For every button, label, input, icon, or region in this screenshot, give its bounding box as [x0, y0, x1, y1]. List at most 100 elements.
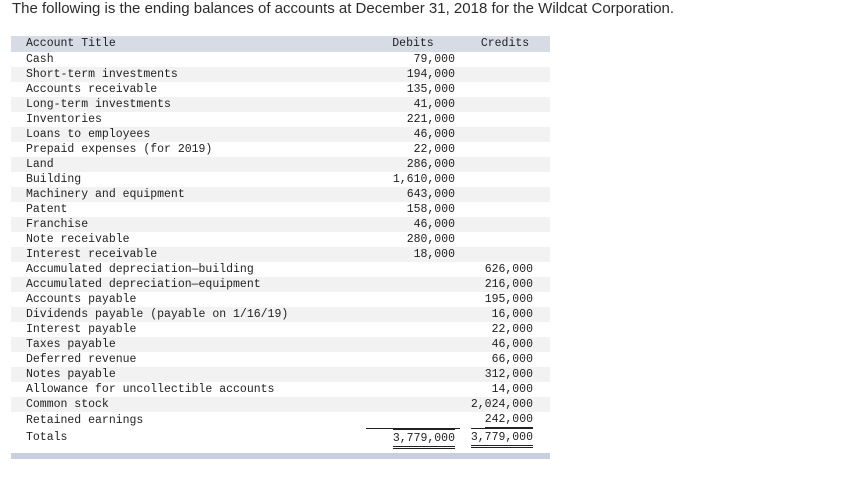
debit-cell: 46,000: [366, 127, 460, 142]
credit-value: 66,000: [491, 353, 533, 366]
credit-value: 216,000: [484, 278, 533, 291]
credit-value: 2,024,000: [470, 398, 533, 411]
table-body: Cash 79,000 Short-term investments 194,000 A…: [11, 52, 550, 429]
table-header: Account Title Debits Credits: [11, 36, 550, 52]
account-title-cell: Loans to employees: [26, 128, 151, 141]
credit-cell: 46,000: [460, 337, 550, 352]
account-title-cell: Accounts payable: [26, 293, 137, 306]
table-row: Long-term investments 41,000: [11, 97, 550, 112]
debit-cell: 221,000: [366, 112, 460, 127]
account-title-cell: Dividends payable (payable on 1/16/19): [26, 308, 289, 321]
account-balances-table-container: Account Title Debits Credits Cash 79,000 S…: [11, 36, 550, 459]
debit-cell: 46,000: [366, 217, 460, 232]
debit-value: 280,000: [406, 233, 455, 246]
table-row: Machinery and equipment 643,000: [11, 187, 550, 202]
table-row: Retained earnings 242,000: [11, 412, 550, 429]
credit-cell: 242,000: [460, 412, 550, 428]
credit-cell: [460, 172, 550, 187]
table-row: Accounts receivable 135,000: [11, 82, 550, 97]
debit-value: 1,610,000: [392, 173, 455, 186]
table-row: Prepaid expenses (for 2019) 22,000: [11, 142, 550, 157]
account-title-cell: Prepaid expenses (for 2019): [26, 143, 213, 156]
totals-row: Totals 3,779,000 3,779,000: [11, 428, 550, 449]
account-title-cell: Short-term investments: [26, 68, 178, 81]
header-account-title: Account Title: [26, 37, 116, 50]
totals-credit-cell: 3,779,000: [460, 428, 550, 449]
credit-value: 22,000: [491, 323, 533, 336]
account-title-cell: Common stock: [26, 398, 109, 411]
debit-cell: 135,000: [366, 82, 460, 97]
debit-cell: [366, 307, 460, 322]
credit-cell: [460, 127, 550, 142]
header-debits: Debits: [392, 37, 434, 50]
table-row: Allowance for uncollectible accounts 14,0…: [11, 382, 550, 397]
table-row: Interest payable 22,000: [11, 322, 550, 337]
debit-cell: [366, 397, 460, 412]
credit-cell: [460, 202, 550, 217]
credit-cell: [460, 97, 550, 112]
debit-value: 286,000: [406, 158, 455, 171]
account-title-cell: Deferred revenue: [26, 353, 137, 366]
account-balances-table: Account Title Debits Credits Cash 79,000 S…: [11, 36, 550, 449]
credit-value: 14,000: [491, 383, 533, 396]
debit-cell: 643,000: [366, 187, 460, 202]
credit-cell: 14,000: [460, 382, 550, 397]
credit-cell: [460, 82, 550, 97]
account-title-cell: Taxes payable: [26, 338, 116, 351]
debit-cell: [366, 262, 460, 277]
account-title-cell: Cash: [26, 53, 54, 66]
account-title-cell: Accumulated depreciation—equipment: [26, 278, 261, 291]
credit-cell: [460, 52, 550, 67]
account-title-cell: Accumulated depreciation—building: [26, 263, 254, 276]
debit-cell: [366, 292, 460, 307]
credit-cell: 216,000: [460, 277, 550, 292]
account-title-cell: Note receivable: [26, 233, 130, 246]
account-title-cell: Franchise: [26, 218, 89, 231]
credit-value: 626,000: [484, 263, 533, 276]
table-row: Accounts payable 195,000: [11, 292, 550, 307]
credit-cell: [460, 142, 550, 157]
credit-cell: 195,000: [460, 292, 550, 307]
debit-cell: [366, 367, 460, 382]
debit-cell: [366, 352, 460, 367]
account-title-cell: Interest payable: [26, 323, 137, 336]
credit-cell: 16,000: [460, 307, 550, 322]
table-row: Cash 79,000: [11, 52, 550, 67]
debit-cell: [366, 337, 460, 352]
debit-cell: 280,000: [366, 232, 460, 247]
credit-value: 195,000: [484, 293, 533, 306]
table-row: Dividends payable (payable on 1/16/19) 16…: [11, 307, 550, 322]
account-title-cell: Retained earnings: [26, 413, 144, 427]
account-title-cell: Land: [26, 158, 54, 171]
credit-cell: [460, 112, 550, 127]
totals-debit-cell: 3,779,000: [366, 428, 460, 449]
credit-cell: 22,000: [460, 322, 550, 337]
credit-value: 242,000: [484, 413, 533, 428]
header-row: Account Title Debits Credits: [11, 36, 550, 52]
debit-cell: [366, 412, 460, 429]
table-row: Building 1,610,000: [11, 172, 550, 187]
debit-value: 46,000: [413, 128, 455, 141]
intro-text: The following is the ending balances of …: [12, 0, 675, 17]
credit-cell: [460, 247, 550, 262]
table-row: Franchise 46,000: [11, 217, 550, 232]
table-row: Interest receivable 18,000: [11, 247, 550, 262]
debit-cell: 41,000: [366, 97, 460, 112]
credit-value: 46,000: [491, 338, 533, 351]
credit-cell: [460, 67, 550, 82]
table-row: Land 286,000: [11, 157, 550, 172]
table-row: Note receivable 280,000: [11, 232, 550, 247]
debit-value: 643,000: [406, 188, 455, 201]
debit-value: 22,000: [413, 143, 455, 156]
table-row: Notes payable 312,000: [11, 367, 550, 382]
debit-value: 135,000: [406, 83, 455, 96]
header-credits: Credits: [480, 37, 530, 50]
account-title-cell: Allowance for uncollectible accounts: [26, 383, 275, 396]
debit-value: 158,000: [406, 203, 455, 216]
debit-cell: 1,610,000: [366, 172, 460, 187]
credit-cell: [460, 187, 550, 202]
debit-cell: 18,000: [366, 247, 460, 262]
account-title-cell: Accounts receivable: [26, 83, 158, 96]
table-row: Patent 158,000: [11, 202, 550, 217]
debit-value: 41,000: [413, 98, 455, 111]
